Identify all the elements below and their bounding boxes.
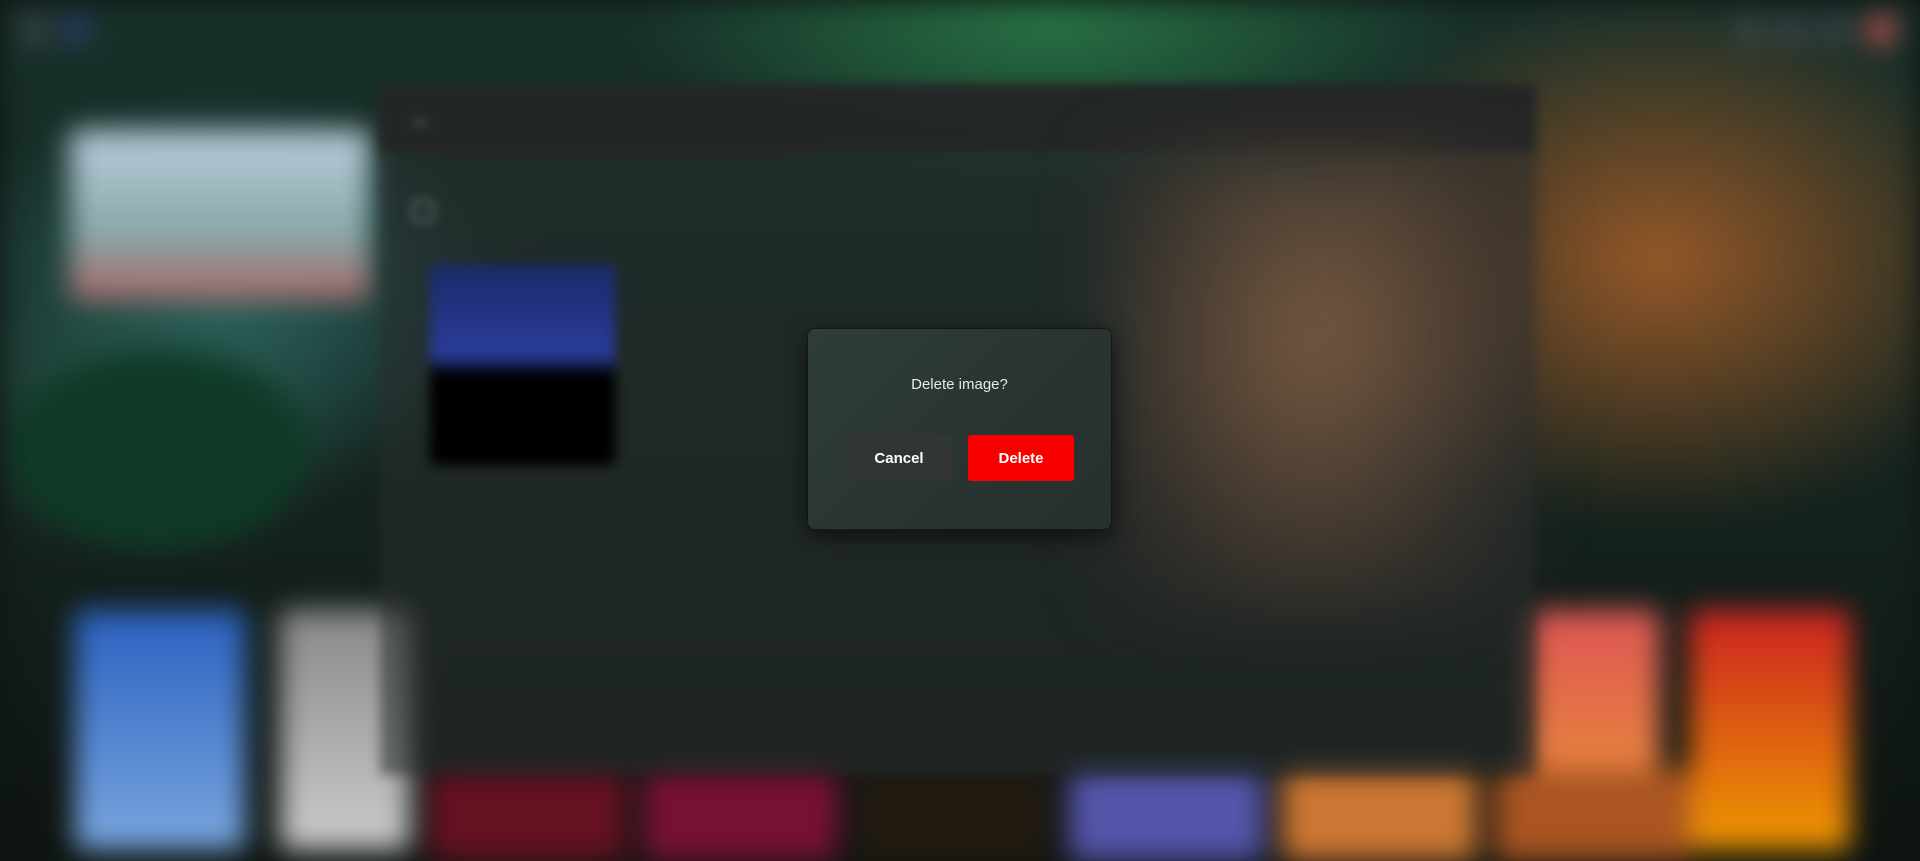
add-icon — [412, 200, 434, 222]
avatar — [1866, 15, 1896, 45]
menu-icon — [24, 19, 46, 41]
cancel-button[interactable]: Cancel — [845, 435, 953, 481]
dialog-actions: Cancel Delete — [845, 435, 1074, 481]
background-thumbnail-strip — [430, 770, 1690, 861]
images-section-header — [412, 200, 434, 222]
background-thumbnail — [1282, 770, 1477, 861]
cast-icon — [1782, 19, 1804, 41]
search-icon — [1740, 19, 1762, 41]
delete-button[interactable]: Delete — [968, 435, 1074, 481]
background-decoration — [10, 350, 310, 550]
background-thumbnail — [856, 770, 1051, 861]
background-thumbnail — [643, 770, 838, 861]
settings-icon — [1824, 19, 1846, 41]
top-bar-left — [24, 19, 88, 41]
background-thumbnail — [430, 770, 625, 861]
back-arrow-icon: ← — [410, 106, 432, 131]
background-hero-image — [70, 130, 370, 300]
image-editor-header: ← — [380, 85, 1535, 153]
top-bar — [0, 0, 1920, 60]
logo-icon — [66, 19, 88, 41]
image-thumbnail — [430, 265, 615, 465]
dialog-message: Delete image? — [911, 376, 1008, 393]
delete-confirm-dialog: Delete image? Cancel Delete — [807, 328, 1112, 530]
background-poster — [1690, 610, 1850, 850]
background-poster — [75, 610, 245, 850]
top-bar-right — [1740, 15, 1896, 45]
backdrop-photo — [1100, 150, 1530, 620]
background-thumbnail — [1069, 770, 1264, 861]
background-thumbnail — [1495, 770, 1690, 861]
